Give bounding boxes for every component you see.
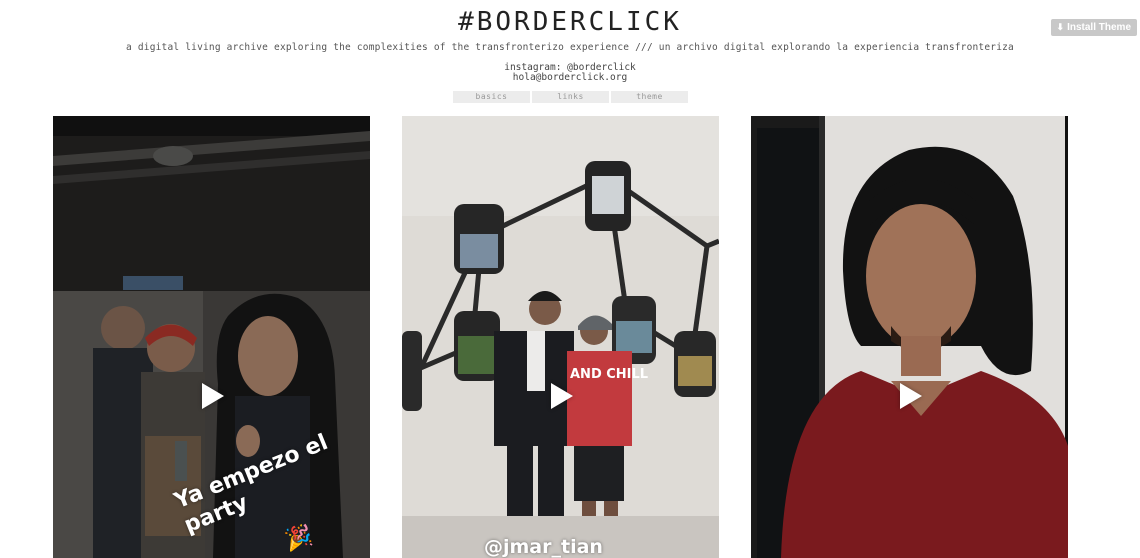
site-header: #BORDERCLICK a digital living archive ex… [0,0,1140,83]
contact-email[interactable]: hola@borderclick.org [0,73,1140,83]
play-icon[interactable] [899,383,922,409]
play-icon[interactable] [550,383,573,409]
site-description: a digital living archive exploring the c… [126,42,1014,53]
contact-info: instagram: @borderclick hola@borderclick… [0,63,1140,83]
nav-item-links[interactable]: links [532,91,609,103]
video-post-party[interactable]: Ya empezo el party 🎉 [53,116,370,558]
nav-item-theme[interactable]: theme [611,91,688,103]
video-post-backpacks[interactable]: AND CHILL @jmar_tian [402,116,719,558]
nav-item-basics[interactable]: basics [453,91,530,103]
nav-bar: basics links theme [453,91,688,103]
video-thumbnail-backpacks: AND CHILL [402,116,719,558]
video-caption-handle: @jmar_tian [484,536,603,558]
svg-text:AND CHILL: AND CHILL [570,367,648,382]
video-thumbnail-portrait [751,116,1068,558]
page: ⬇ Install Theme #BORDERCLICK a digital l… [0,0,1140,558]
site-title[interactable]: #BORDERCLICK [0,6,1140,38]
play-icon[interactable] [201,383,224,409]
video-post-portrait[interactable] [751,116,1068,558]
